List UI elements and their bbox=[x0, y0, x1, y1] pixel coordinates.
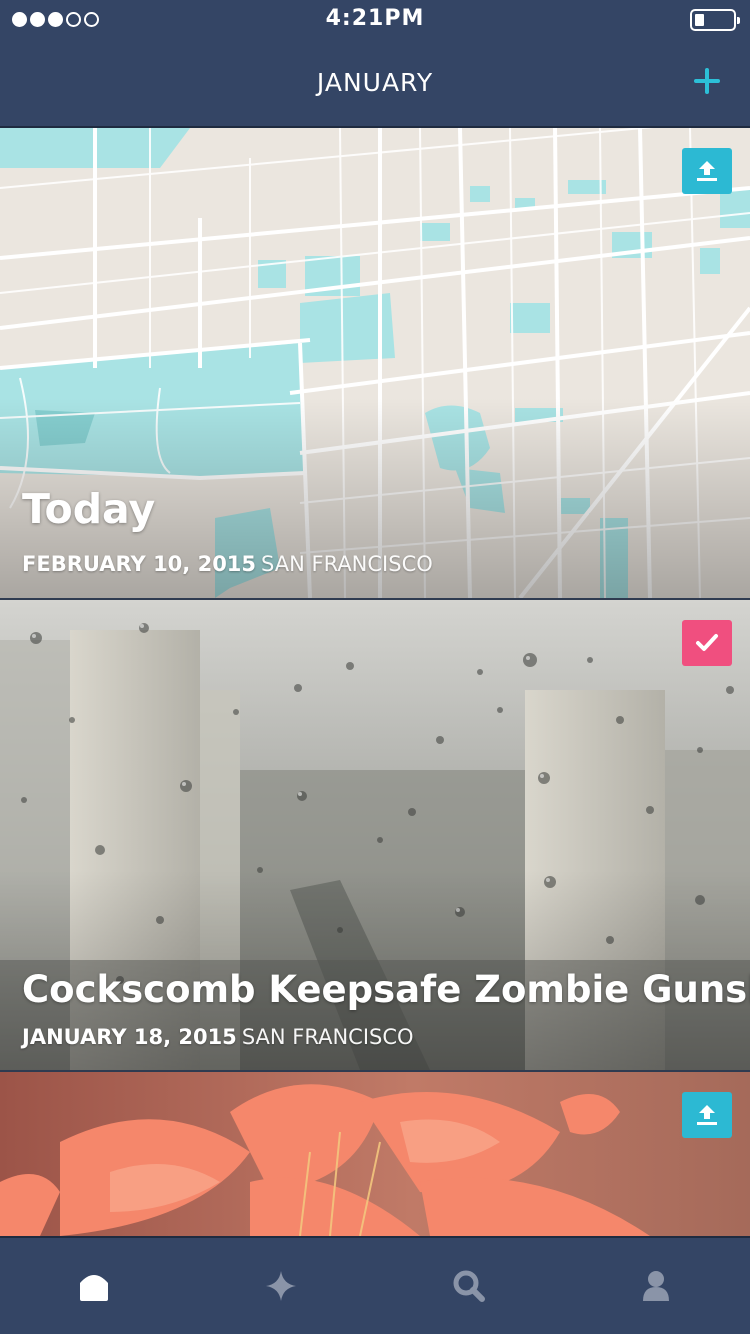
tab-home[interactable] bbox=[74, 1266, 114, 1306]
entry-title: Cockscomb Keepsafe Zombie Gunship bbox=[22, 968, 750, 1011]
entry-card[interactable]: Today FEBRUARY 10, 2015 SAN FRANCISCO bbox=[0, 128, 750, 598]
entry-card[interactable] bbox=[0, 1072, 750, 1236]
battery-icon bbox=[690, 9, 740, 31]
tab-bar bbox=[0, 1236, 750, 1334]
upload-icon bbox=[697, 1105, 717, 1125]
entry-location: SAN FRANCISCO bbox=[261, 552, 433, 576]
search-icon bbox=[453, 1270, 485, 1302]
profile-icon bbox=[643, 1271, 669, 1301]
entry-location: SAN FRANCISCO bbox=[241, 1025, 414, 1049]
tab-discover[interactable] bbox=[261, 1266, 301, 1306]
home-icon bbox=[80, 1275, 108, 1301]
page-title: JANUARY bbox=[316, 68, 434, 97]
add-entry-button[interactable] bbox=[692, 66, 722, 96]
entry-meta: FEBRUARY 10, 2015 SAN FRANCISCO bbox=[22, 552, 433, 576]
flower-photo bbox=[0, 1072, 750, 1236]
status-time: 4:21PM bbox=[325, 6, 425, 31]
tab-search[interactable] bbox=[449, 1266, 489, 1306]
entry-title: Today bbox=[22, 485, 156, 533]
completed-checkbox[interactable] bbox=[682, 620, 732, 666]
entry-card[interactable]: Cockscomb Keepsafe Zombie Gunship JANUAR… bbox=[0, 600, 750, 1070]
navigation-bar: JANUARY bbox=[0, 40, 750, 128]
entry-date: FEBRUARY 10, 2015 bbox=[22, 552, 257, 576]
tab-profile[interactable] bbox=[636, 1266, 676, 1306]
checkmark-icon bbox=[696, 634, 718, 651]
entry-date: JANUARY 18, 2015 bbox=[22, 1025, 237, 1049]
entry-meta: JANUARY 18, 2015 SAN FRANCISCO bbox=[22, 1025, 414, 1049]
upload-button[interactable] bbox=[682, 148, 732, 194]
status-bar: 4:21PM bbox=[0, 0, 750, 40]
upload-button[interactable] bbox=[682, 1092, 732, 1138]
sparkle-icon bbox=[266, 1271, 296, 1301]
upload-icon bbox=[697, 161, 717, 181]
